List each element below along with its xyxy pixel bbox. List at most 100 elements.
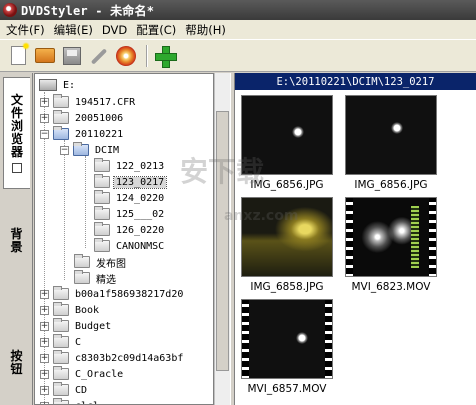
title-bar: DVDStyler - 未命名*: [0, 0, 476, 20]
directory-tree[interactable]: E: +194517.CFR +20051006 −20110221 − DCIM…: [34, 73, 214, 405]
tree-item[interactable]: + Book: [40, 302, 101, 318]
folder-icon: [53, 286, 69, 300]
file-thumbnail[interactable]: IMG_6856.JPG: [345, 95, 445, 191]
expand-icon[interactable]: +: [40, 321, 49, 331]
expand-icon[interactable]: +: [40, 369, 49, 379]
tree-label: Budget: [75, 320, 112, 332]
menu-edit[interactable]: 编辑(E): [54, 22, 93, 38]
burn-button[interactable]: [114, 44, 138, 68]
tree-item[interactable]: − 20110221: [40, 126, 125, 142]
tree-label: 发布图: [96, 258, 126, 270]
tree-label: Book: [75, 304, 100, 316]
file-thumbnail[interactable]: IMG_6856.JPG: [241, 95, 341, 191]
tree-scrollbar-thumb[interactable]: [216, 111, 229, 371]
tree-item-selected[interactable]: 123_0217: [94, 174, 168, 190]
tree-item[interactable]: 124_0220: [94, 190, 166, 206]
video-thumbnail-image: [241, 299, 333, 379]
collapse-icon[interactable]: −: [40, 129, 49, 139]
photo-thumbnail-image: [241, 95, 333, 175]
file-thumbnail[interactable]: MVI_6823.MOV: [345, 197, 445, 293]
folder-icon: [53, 318, 69, 332]
toolbar: [0, 39, 476, 72]
file-thumbnail[interactable]: IMG_6858.JPG: [241, 197, 341, 293]
tree-item[interactable]: 125___02: [94, 206, 166, 222]
tree-label: 精选: [96, 274, 116, 286]
expand-icon[interactable]: +: [40, 97, 49, 107]
tree-label: 123_0217: [112, 175, 168, 189]
toolbar-separator: [146, 44, 148, 67]
folder-icon: [53, 366, 69, 380]
menu-config[interactable]: 配置(C): [136, 22, 176, 38]
expand-icon[interactable]: +: [40, 113, 49, 123]
tree-item[interactable]: + Budget: [40, 318, 113, 334]
tree-label: 124_0220: [116, 192, 165, 204]
video-thumbnail-image: [345, 197, 437, 277]
tree-item[interactable]: − DCIM: [60, 142, 121, 158]
folder-icon: [94, 206, 110, 220]
tree-label: 126_0220: [116, 224, 165, 236]
folder-icon: [74, 254, 90, 268]
expand-icon[interactable]: +: [40, 289, 49, 299]
tab-file-browser-icon: [12, 162, 22, 173]
tree-label: E:: [63, 79, 76, 91]
tab-buttons[interactable]: 按钮: [3, 343, 30, 383]
collapse-icon[interactable]: −: [60, 145, 69, 155]
file-name: IMG_6856.JPG: [354, 179, 428, 191]
tree-label: 122_0213: [116, 160, 165, 172]
folder-icon: [94, 238, 110, 252]
open-button[interactable]: [33, 44, 57, 68]
tab-background[interactable]: 背景: [3, 221, 30, 261]
expand-icon[interactable]: +: [40, 353, 49, 363]
tree-label: clcl: [73, 401, 101, 405]
folder-icon: [94, 190, 110, 204]
tree-item[interactable]: 精选: [74, 270, 118, 286]
tree-item[interactable]: 126_0220: [94, 222, 166, 238]
folder-icon: [94, 174, 110, 188]
expand-icon[interactable]: +: [40, 337, 49, 347]
expand-icon[interactable]: +: [40, 401, 49, 404]
tree-item[interactable]: CANONMSC: [94, 238, 166, 254]
tree-item[interactable]: 发布图: [74, 254, 128, 270]
tree-item[interactable]: + c8303b2c09d14a63bf: [40, 350, 185, 366]
tree-item[interactable]: + CD: [40, 382, 89, 398]
save-button[interactable]: [60, 44, 84, 68]
film-strip-icon: [242, 300, 249, 378]
file-name: IMG_6856.JPG: [250, 179, 324, 191]
menu-help[interactable]: 帮助(H): [185, 22, 226, 38]
settings-button[interactable]: [87, 44, 111, 68]
folder-icon: [53, 110, 69, 124]
burn-disc-icon: [116, 45, 136, 66]
tree-item[interactable]: + clcl: [40, 398, 101, 405]
tree-item[interactable]: +194517.CFR: [40, 94, 137, 110]
menu-dvd[interactable]: DVD: [102, 23, 127, 37]
new-file-icon: [10, 42, 30, 65]
tab-background-label: 背景: [10, 227, 23, 254]
expand-icon[interactable]: +: [40, 305, 49, 315]
menu-file[interactable]: 文件(F): [6, 22, 45, 38]
tree-scrollbar[interactable]: [214, 73, 230, 405]
tree-label: C: [75, 336, 82, 348]
file-browser[interactable]: E:\20110221\DCIM\123_0217 IMG_6856.JPG I…: [235, 73, 476, 405]
tree-root[interactable]: E:: [39, 77, 77, 93]
expand-icon[interactable]: +: [40, 385, 49, 395]
open-folder-icon: [73, 142, 89, 156]
tree-label: CD: [75, 384, 88, 396]
folder-icon: [53, 302, 69, 316]
file-thumbnail[interactable]: MVI_6857.MOV: [241, 299, 341, 395]
tree-item[interactable]: + C_Oracle: [40, 366, 125, 382]
tree-item[interactable]: +20051006: [40, 110, 125, 126]
add-icon: [155, 45, 177, 68]
tab-buttons-label: 按钮: [10, 349, 23, 376]
tree-item[interactable]: + C: [40, 334, 83, 350]
open-folder-icon: [53, 126, 69, 140]
folder-icon: [53, 334, 69, 348]
file-name: MVI_6823.MOV: [351, 281, 431, 293]
tab-file-browser[interactable]: 文件浏览器: [3, 77, 30, 189]
film-strip-icon: [325, 300, 332, 378]
tree-item[interactable]: 122_0213: [94, 158, 166, 174]
new-button[interactable]: [6, 42, 30, 68]
add-button[interactable]: [153, 44, 177, 68]
folder-icon: [53, 398, 69, 404]
tree-item[interactable]: + b00a1f586938217d20: [40, 286, 185, 302]
photo-thumbnail-image: [241, 197, 333, 277]
